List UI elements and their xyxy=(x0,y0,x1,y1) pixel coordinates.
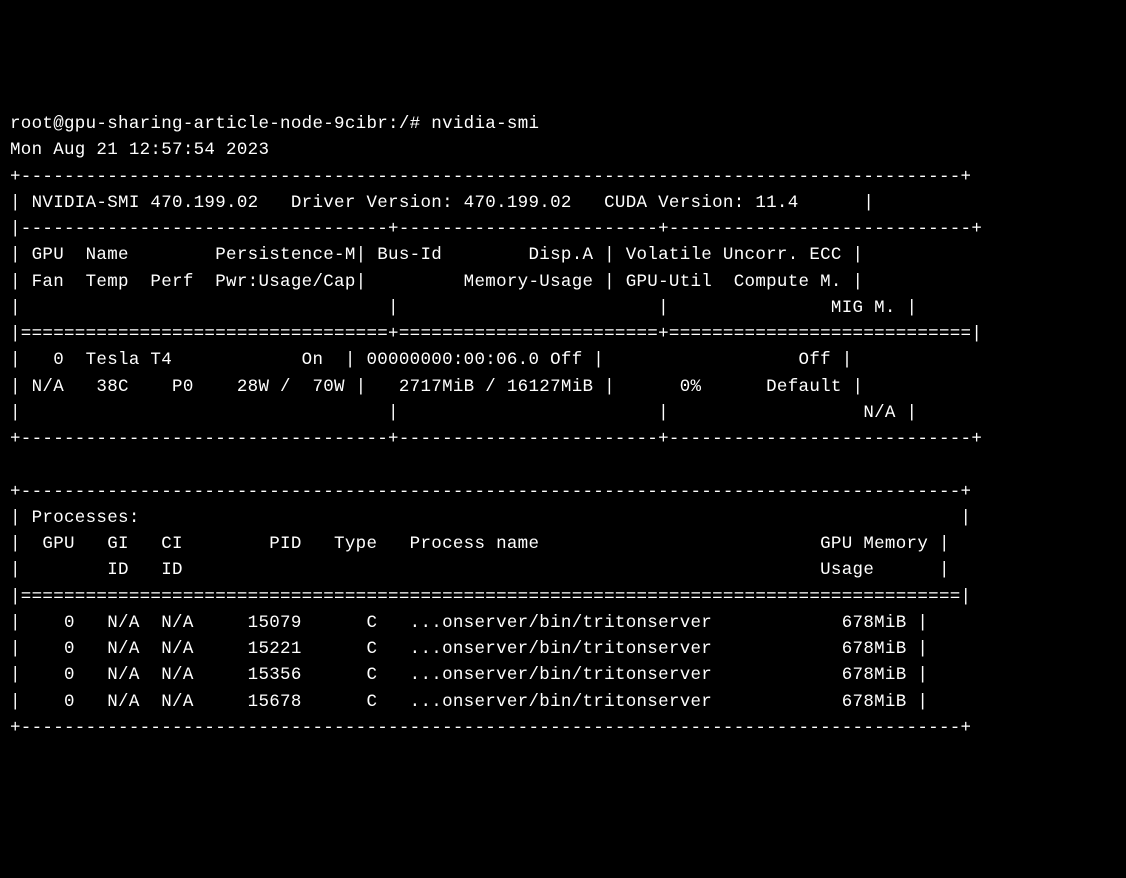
table-row: | 0 N/A N/A 15221 C ...onserver/bin/trit… xyxy=(10,639,928,659)
proc-table-bottom-border: +---------------------------------------… xyxy=(10,718,971,738)
table-top-border: +---------------------------------------… xyxy=(10,167,971,187)
proc-eq-separator: |=======================================… xyxy=(10,587,971,607)
shell-prompt: root@gpu-sharing-article-node-9cibr:/# xyxy=(10,114,431,134)
proc-table-title: | Processes: | xyxy=(10,508,971,528)
timestamp-line: Mon Aug 21 12:57:54 2023 xyxy=(10,140,269,160)
smi-version-line: | NVIDIA-SMI 470.199.02 Driver Version: … xyxy=(10,193,874,213)
table-eq-separator: |==================================+====… xyxy=(10,324,982,344)
table-row: | 0 N/A N/A 15678 C ...onserver/bin/trit… xyxy=(10,692,928,712)
gpu-data-row-2: | N/A 38C P0 28W / 70W | 2717MiB / 16127… xyxy=(10,377,863,397)
proc-header-row-2: | ID ID Usage | xyxy=(10,560,950,580)
gpu-data-row-1: | 0 Tesla T4 On | 00000000:00:06.0 Off |… xyxy=(10,350,853,370)
gpu-header-row-2: | Fan Temp Perf Pwr:Usage/Cap| Memory-Us… xyxy=(10,272,863,292)
table-separator: |----------------------------------+----… xyxy=(10,219,982,239)
proc-header-row-1: | GPU GI CI PID Type Process name GPU Me… xyxy=(10,534,950,554)
shell-command[interactable]: nvidia-smi xyxy=(431,114,539,134)
table-bottom-border: +----------------------------------+----… xyxy=(10,429,982,449)
table-row: | 0 N/A N/A 15079 C ...onserver/bin/trit… xyxy=(10,613,928,633)
table-row: | 0 N/A N/A 15356 C ...onserver/bin/trit… xyxy=(10,665,928,685)
gpu-data-row-3: | | | N/A | xyxy=(10,403,917,423)
terminal-output: root@gpu-sharing-article-node-9cibr:/# n… xyxy=(10,111,1116,741)
gpu-header-row-1: | GPU Name Persistence-M| Bus-Id Disp.A … xyxy=(10,245,863,265)
gpu-header-row-3: | | | MIG M. | xyxy=(10,298,917,318)
proc-table-top-border: +---------------------------------------… xyxy=(10,482,971,502)
